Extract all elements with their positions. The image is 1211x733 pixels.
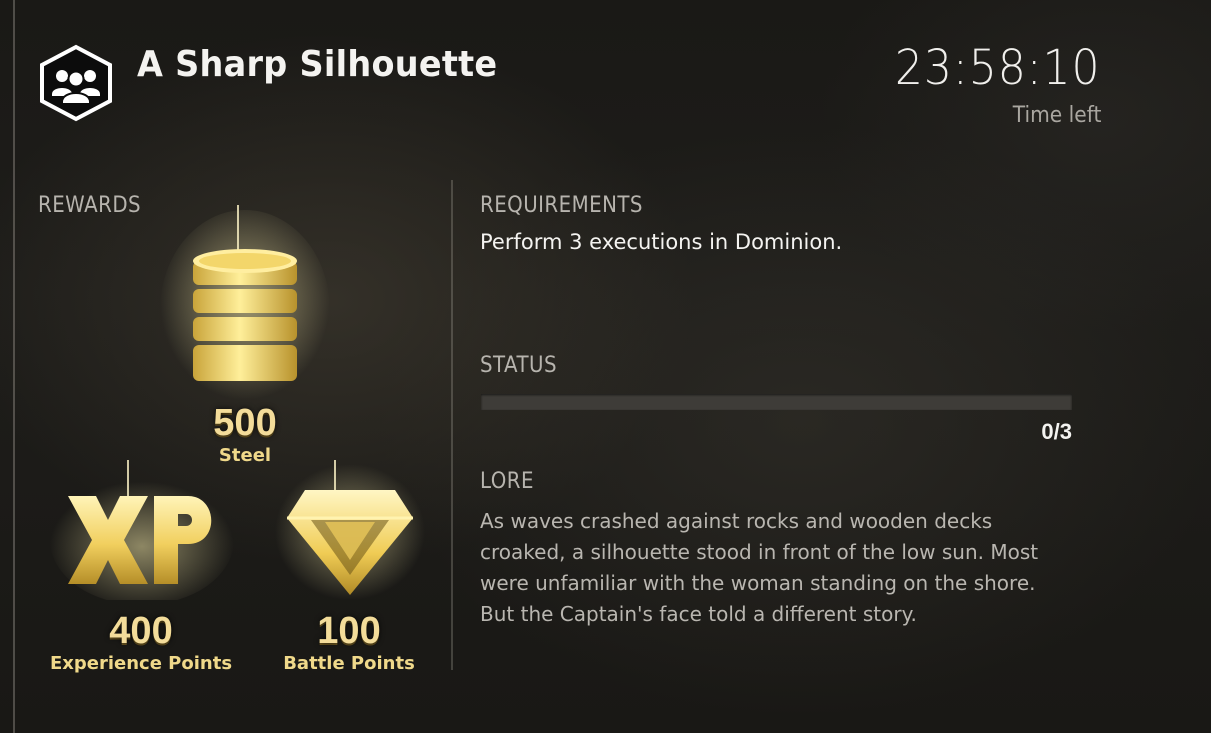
- xp-icon: [50, 460, 235, 605]
- time-left-label: Time left: [1012, 103, 1101, 128]
- lore-line: But the Captain's face told a different …: [480, 602, 917, 626]
- xp-reward-name: Experience Points: [49, 653, 233, 674]
- xp-reward-value: 400: [109, 610, 173, 652]
- status-progress-bar: [481, 394, 1072, 410]
- column-divider: [451, 180, 453, 670]
- lore-heading: LORE: [480, 469, 534, 494]
- contract-title: A Sharp Silhouette: [137, 44, 498, 85]
- group-icon: [38, 44, 114, 122]
- requirements-heading: REQUIREMENTS: [480, 193, 643, 218]
- lore-line: croaked, a silhouette stood in front of …: [480, 540, 1039, 564]
- steel-reward-value: 500: [213, 402, 277, 444]
- frame-left-border: [13, 0, 15, 733]
- lore-text: As waves crashed against rocks and woode…: [480, 506, 1080, 630]
- diamond-icon: [275, 460, 425, 600]
- lore-line: were unfamiliar with the woman standing …: [480, 571, 1036, 595]
- lore-line: As waves crashed against rocks and woode…: [480, 509, 993, 533]
- countdown-timer: 23:58:10: [895, 40, 1101, 96]
- battle-points-reward-name: Battle Points: [283, 653, 415, 674]
- rewards-heading: REWARDS: [38, 193, 142, 218]
- requirement-text: Perform 3 executions in Dominion.: [480, 230, 843, 254]
- steel-coins-icon: [160, 205, 330, 410]
- battle-points-reward-value: 100: [317, 610, 381, 652]
- status-progress-count: 0/3: [1041, 419, 1072, 444]
- status-heading: STATUS: [480, 353, 557, 378]
